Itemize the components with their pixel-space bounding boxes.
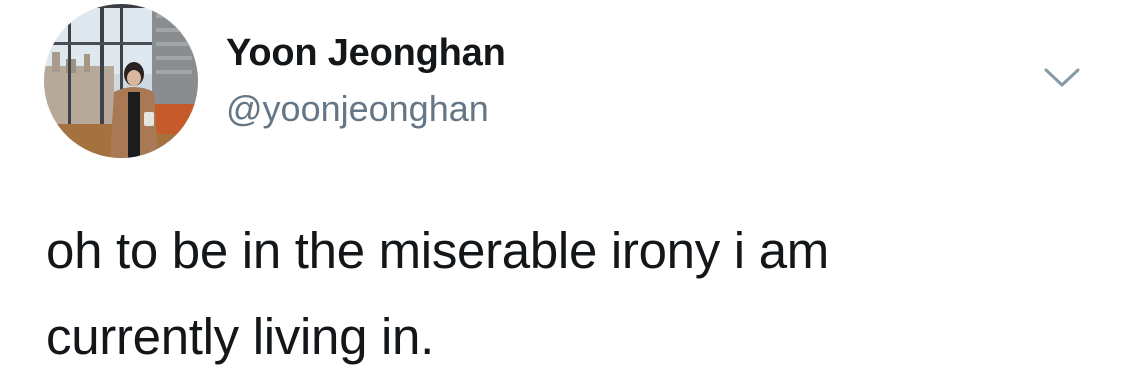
display-name[interactable]: Yoon Jeonghan (226, 32, 506, 75)
tweet-menu-button[interactable] (1036, 58, 1088, 98)
tweet-text-line: currently living in. (46, 308, 434, 365)
tweet-card: Yoon Jeonghan @yoonjeonghan oh to be in … (0, 0, 1125, 375)
avatar-photo (44, 4, 198, 158)
tweet-text: oh to be in the miserable irony i am cur… (46, 208, 1086, 380)
tweet-text-line: oh to be in the miserable irony i am (46, 222, 829, 279)
user-handle[interactable]: @yoonjeonghan (226, 88, 489, 130)
chevron-down-icon (1044, 68, 1080, 87)
avatar[interactable] (44, 4, 198, 158)
